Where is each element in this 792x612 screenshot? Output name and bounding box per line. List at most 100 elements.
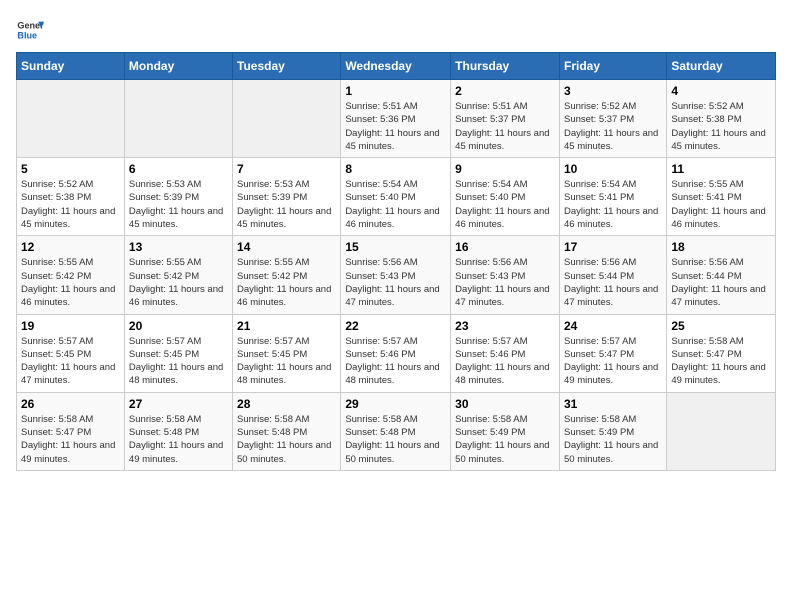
logo: General Blue [16,16,44,44]
day-number: 8 [345,162,446,176]
header-row: SundayMondayTuesdayWednesdayThursdayFrid… [17,53,776,80]
header-cell-wednesday: Wednesday [341,53,451,80]
day-info: Sunrise: 5:56 AMSunset: 5:43 PMDaylight:… [455,256,555,309]
week-row-0: 1 Sunrise: 5:51 AMSunset: 5:36 PMDaylight… [17,80,776,158]
day-info: Sunrise: 5:58 AMSunset: 5:49 PMDaylight:… [564,413,662,466]
day-info: Sunrise: 5:57 AMSunset: 5:45 PMDaylight:… [21,335,120,388]
day-number: 17 [564,240,662,254]
day-cell: 26Sunrise: 5:58 AMSunset: 5:47 PMDayligh… [17,392,125,470]
day-cell: 13 Sunrise: 5:55 AMSunset: 5:42 PMDayligh… [124,236,232,314]
day-info: Sunrise: 5:52 AMSunset: 5:37 PMDaylight:… [564,100,662,153]
day-number: 29 [345,397,446,411]
day-cell: 7Sunrise: 5:53 AMSunset: 5:39 PMDaylight… [233,158,341,236]
day-cell: 21 Sunrise: 5:57 AMSunset: 5:45 PMDayligh… [233,314,341,392]
day-number: 3 [564,84,662,98]
day-number: 22 [345,319,446,333]
day-cell [233,80,341,158]
day-info: Sunrise: 5:55 AMSunset: 5:42 PMDaylight:… [237,256,336,309]
day-number: 25 [671,319,771,333]
day-number: 1 [345,84,446,98]
day-info: Sunrise: 5:55 AMSunset: 5:41 PMDaylight:… [671,178,771,231]
day-number: 19 [21,319,120,333]
day-number: 5 [21,162,120,176]
day-cell: 30Sunrise: 5:58 AMSunset: 5:49 PMDayligh… [451,392,560,470]
day-info: Sunrise: 5:58 AMSunset: 5:48 PMDaylight:… [237,413,336,466]
day-info: Sunrise: 5:58 AMSunset: 5:47 PMDaylight:… [21,413,120,466]
day-info: Sunrise: 5:57 AMSunset: 5:45 PMDaylight:… [237,335,336,388]
day-number: 20 [129,319,228,333]
day-cell: 22 Sunrise: 5:57 AMSunset: 5:46 PMDayligh… [341,314,451,392]
day-cell: 31 Sunrise: 5:58 AMSunset: 5:49 PMDayligh… [559,392,666,470]
day-info: Sunrise: 5:58 AMSunset: 5:48 PMDaylight:… [345,413,446,466]
header-cell-tuesday: Tuesday [233,53,341,80]
day-cell: 24Sunrise: 5:57 AMSunset: 5:47 PMDayligh… [559,314,666,392]
day-info: Sunrise: 5:58 AMSunset: 5:47 PMDaylight:… [671,335,771,388]
day-number: 11 [671,162,771,176]
day-number: 15 [345,240,446,254]
day-number: 9 [455,162,555,176]
day-number: 10 [564,162,662,176]
day-number: 18 [671,240,771,254]
day-cell: 8 Sunrise: 5:54 AMSunset: 5:40 PMDaylight… [341,158,451,236]
day-cell: 23Sunrise: 5:57 AMSunset: 5:46 PMDayligh… [451,314,560,392]
day-info: Sunrise: 5:55 AMSunset: 5:42 PMDaylight:… [129,256,228,309]
day-cell: 3 Sunrise: 5:52 AMSunset: 5:37 PMDaylight… [559,80,666,158]
day-cell [17,80,125,158]
day-number: 31 [564,397,662,411]
week-row-4: 26Sunrise: 5:58 AMSunset: 5:47 PMDayligh… [17,392,776,470]
calendar-table: SundayMondayTuesdayWednesdayThursdayFrid… [16,52,776,471]
svg-text:Blue: Blue [17,30,37,40]
logo-icon: General Blue [16,16,44,44]
day-cell: 27 Sunrise: 5:58 AMSunset: 5:48 PMDayligh… [124,392,232,470]
day-info: Sunrise: 5:51 AMSunset: 5:36 PMDaylight:… [345,100,446,153]
day-info: Sunrise: 5:57 AMSunset: 5:46 PMDaylight:… [345,335,446,388]
header-cell-thursday: Thursday [451,53,560,80]
week-row-2: 12 Sunrise: 5:55 AMSunset: 5:42 PMDayligh… [17,236,776,314]
day-number: 14 [237,240,336,254]
day-info: Sunrise: 5:56 AMSunset: 5:44 PMDaylight:… [564,256,662,309]
day-cell: 10 Sunrise: 5:54 AMSunset: 5:41 PMDayligh… [559,158,666,236]
day-cell: 2 Sunrise: 5:51 AMSunset: 5:37 PMDaylight… [451,80,560,158]
day-number: 6 [129,162,228,176]
day-info: Sunrise: 5:57 AMSunset: 5:47 PMDaylight:… [564,335,662,388]
day-cell: 14 Sunrise: 5:55 AMSunset: 5:42 PMDayligh… [233,236,341,314]
day-info: Sunrise: 5:51 AMSunset: 5:37 PMDaylight:… [455,100,555,153]
header: General Blue [16,16,776,44]
day-cell: 18Sunrise: 5:56 AMSunset: 5:44 PMDayligh… [667,236,776,314]
day-cell: 6 Sunrise: 5:53 AMSunset: 5:39 PMDaylight… [124,158,232,236]
day-number: 27 [129,397,228,411]
header-cell-saturday: Saturday [667,53,776,80]
day-cell [124,80,232,158]
day-info: Sunrise: 5:57 AMSunset: 5:45 PMDaylight:… [129,335,228,388]
day-info: Sunrise: 5:54 AMSunset: 5:40 PMDaylight:… [455,178,555,231]
day-number: 16 [455,240,555,254]
week-row-1: 5 Sunrise: 5:52 AMSunset: 5:38 PMDaylight… [17,158,776,236]
header-cell-monday: Monday [124,53,232,80]
day-cell: 29 Sunrise: 5:58 AMSunset: 5:48 PMDayligh… [341,392,451,470]
day-number: 28 [237,397,336,411]
day-number: 7 [237,162,336,176]
day-number: 2 [455,84,555,98]
day-info: Sunrise: 5:54 AMSunset: 5:41 PMDaylight:… [564,178,662,231]
day-number: 12 [21,240,120,254]
day-cell: 16 Sunrise: 5:56 AMSunset: 5:43 PMDayligh… [451,236,560,314]
day-info: Sunrise: 5:52 AMSunset: 5:38 PMDaylight:… [21,178,120,231]
day-cell: 15 Sunrise: 5:56 AMSunset: 5:43 PMDayligh… [341,236,451,314]
day-number: 21 [237,319,336,333]
day-cell: 17 Sunrise: 5:56 AMSunset: 5:44 PMDayligh… [559,236,666,314]
day-cell: 12Sunrise: 5:55 AMSunset: 5:42 PMDayligh… [17,236,125,314]
day-cell: 5 Sunrise: 5:52 AMSunset: 5:38 PMDaylight… [17,158,125,236]
day-number: 4 [671,84,771,98]
day-number: 13 [129,240,228,254]
day-number: 30 [455,397,555,411]
day-number: 23 [455,319,555,333]
day-cell: 20 Sunrise: 5:57 AMSunset: 5:45 PMDayligh… [124,314,232,392]
day-info: Sunrise: 5:56 AMSunset: 5:43 PMDaylight:… [345,256,446,309]
day-cell: 28 Sunrise: 5:58 AMSunset: 5:48 PMDayligh… [233,392,341,470]
day-info: Sunrise: 5:54 AMSunset: 5:40 PMDaylight:… [345,178,446,231]
day-info: Sunrise: 5:53 AMSunset: 5:39 PMDaylight:… [129,178,228,231]
week-row-3: 19 Sunrise: 5:57 AMSunset: 5:45 PMDayligh… [17,314,776,392]
day-cell: 11 Sunrise: 5:55 AMSunset: 5:41 PMDayligh… [667,158,776,236]
day-info: Sunrise: 5:58 AMSunset: 5:48 PMDaylight:… [129,413,228,466]
header-cell-sunday: Sunday [17,53,125,80]
